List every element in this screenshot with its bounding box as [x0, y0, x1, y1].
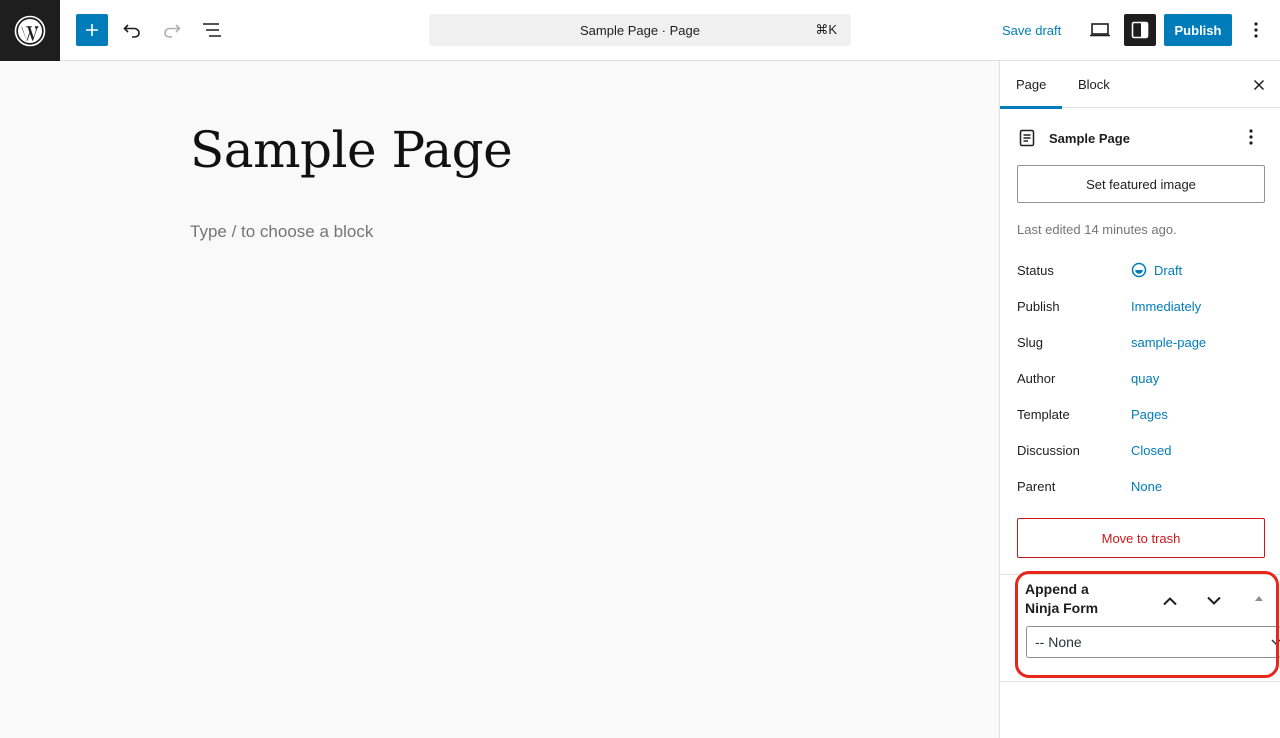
sidebar-toggle-icon	[1131, 21, 1149, 39]
block-placeholder[interactable]: Type / to choose a block	[190, 222, 373, 242]
discussion-label: Discussion	[1017, 442, 1080, 458]
last-edited-text: Last edited 14 minutes ago.	[1017, 222, 1177, 237]
status-row: Status Draft	[1017, 260, 1267, 280]
add-block-button[interactable]	[76, 14, 108, 46]
triangle-up-icon	[1255, 596, 1263, 601]
list-view-icon	[203, 23, 221, 37]
redo-button[interactable]	[156, 14, 188, 46]
author-label: Author	[1017, 370, 1056, 386]
more-vertical-icon	[1254, 22, 1258, 38]
settings-sidebar: Page Block Sample Page Set featured imag…	[999, 61, 1280, 738]
chevron-down-icon	[1207, 596, 1221, 605]
document-title: Sample Page	[1049, 130, 1130, 146]
chevron-up-icon	[1163, 597, 1177, 606]
status-value-button[interactable]: Draft	[1131, 262, 1182, 278]
desktop-preview-icon	[1090, 23, 1110, 37]
slug-row: Slug sample-page	[1017, 332, 1267, 352]
status-label: Status	[1017, 262, 1054, 278]
parent-value-button[interactable]: None	[1131, 479, 1162, 494]
redo-icon	[164, 24, 181, 38]
close-icon	[1253, 79, 1265, 91]
ninja-form-panel: Append a Ninja Form -- None	[1000, 574, 1280, 682]
more-vertical-icon	[1249, 129, 1253, 145]
publish-value-button[interactable]: Immediately	[1131, 299, 1201, 314]
author-value-button[interactable]: quay	[1131, 371, 1159, 386]
document-title-label: Sample Page · Page	[580, 22, 700, 38]
template-value-button[interactable]: Pages	[1131, 407, 1168, 422]
parent-row: Parent None	[1017, 476, 1267, 496]
discussion-row: Discussion Closed	[1017, 440, 1267, 460]
publish-button[interactable]: Publish	[1164, 14, 1232, 46]
command-palette-button[interactable]: Sample Page · Page ⌘K	[429, 14, 851, 46]
toggle-panel-button[interactable]	[1250, 589, 1268, 607]
sidebar-tabs: Page Block	[1000, 61, 1280, 109]
tab-page[interactable]: Page	[1000, 61, 1063, 109]
ninja-form-select[interactable]: -- None	[1026, 626, 1280, 658]
ninja-form-panel-title: Append a Ninja Form	[1025, 580, 1125, 618]
slug-label: Slug	[1017, 334, 1044, 350]
editor-header: Sample Page · Page ⌘K Save draft Publish	[0, 0, 1280, 61]
publish-row: Publish Immediately	[1017, 296, 1267, 316]
author-row: Author quay	[1017, 368, 1267, 388]
parent-label: Parent	[1017, 478, 1056, 494]
ninja-title-line2: Ninja Form	[1025, 600, 1099, 616]
move-panel-up-button[interactable]	[1155, 587, 1185, 615]
tab-block[interactable]: Block	[1062, 61, 1126, 108]
move-panel-down-button[interactable]	[1199, 587, 1229, 615]
ninja-title-line1: Append a	[1025, 581, 1089, 597]
publish-label: Publish	[1017, 298, 1060, 314]
settings-toggle-button[interactable]	[1124, 14, 1156, 46]
undo-button[interactable]	[116, 14, 148, 46]
document-overview-button[interactable]	[196, 14, 228, 46]
preview-button[interactable]	[1084, 14, 1116, 46]
page-icon	[1019, 129, 1035, 147]
slug-value-button[interactable]: sample-page	[1131, 335, 1206, 350]
template-row: Template Pages	[1017, 404, 1267, 424]
chevron-down-icon	[1271, 639, 1280, 646]
template-label: Template	[1017, 406, 1070, 422]
wordpress-logo-icon	[14, 15, 46, 46]
undo-icon	[123, 24, 140, 38]
close-sidebar-button[interactable]	[1243, 69, 1275, 101]
save-draft-button[interactable]: Save draft	[994, 14, 1069, 46]
status-value: Draft	[1154, 262, 1183, 278]
discussion-value-button[interactable]: Closed	[1131, 443, 1171, 458]
editor-canvas: Sample Page Type / to choose a block	[0, 61, 999, 738]
options-menu-button[interactable]	[1240, 14, 1272, 46]
plus-icon	[86, 24, 98, 36]
wordpress-logo-button[interactable]	[0, 0, 60, 61]
document-summary: Sample Page	[1017, 126, 1267, 150]
page-title[interactable]: Sample Page	[190, 121, 513, 179]
set-featured-image-button[interactable]: Set featured image	[1017, 165, 1265, 203]
draft-status-icon	[1131, 262, 1147, 278]
command-shortcut-hint: ⌘K	[815, 22, 837, 37]
ninja-form-selected-value: -- None	[1035, 634, 1082, 650]
move-to-trash-button[interactable]: Move to trash	[1017, 518, 1265, 558]
document-actions-button[interactable]	[1237, 123, 1265, 151]
